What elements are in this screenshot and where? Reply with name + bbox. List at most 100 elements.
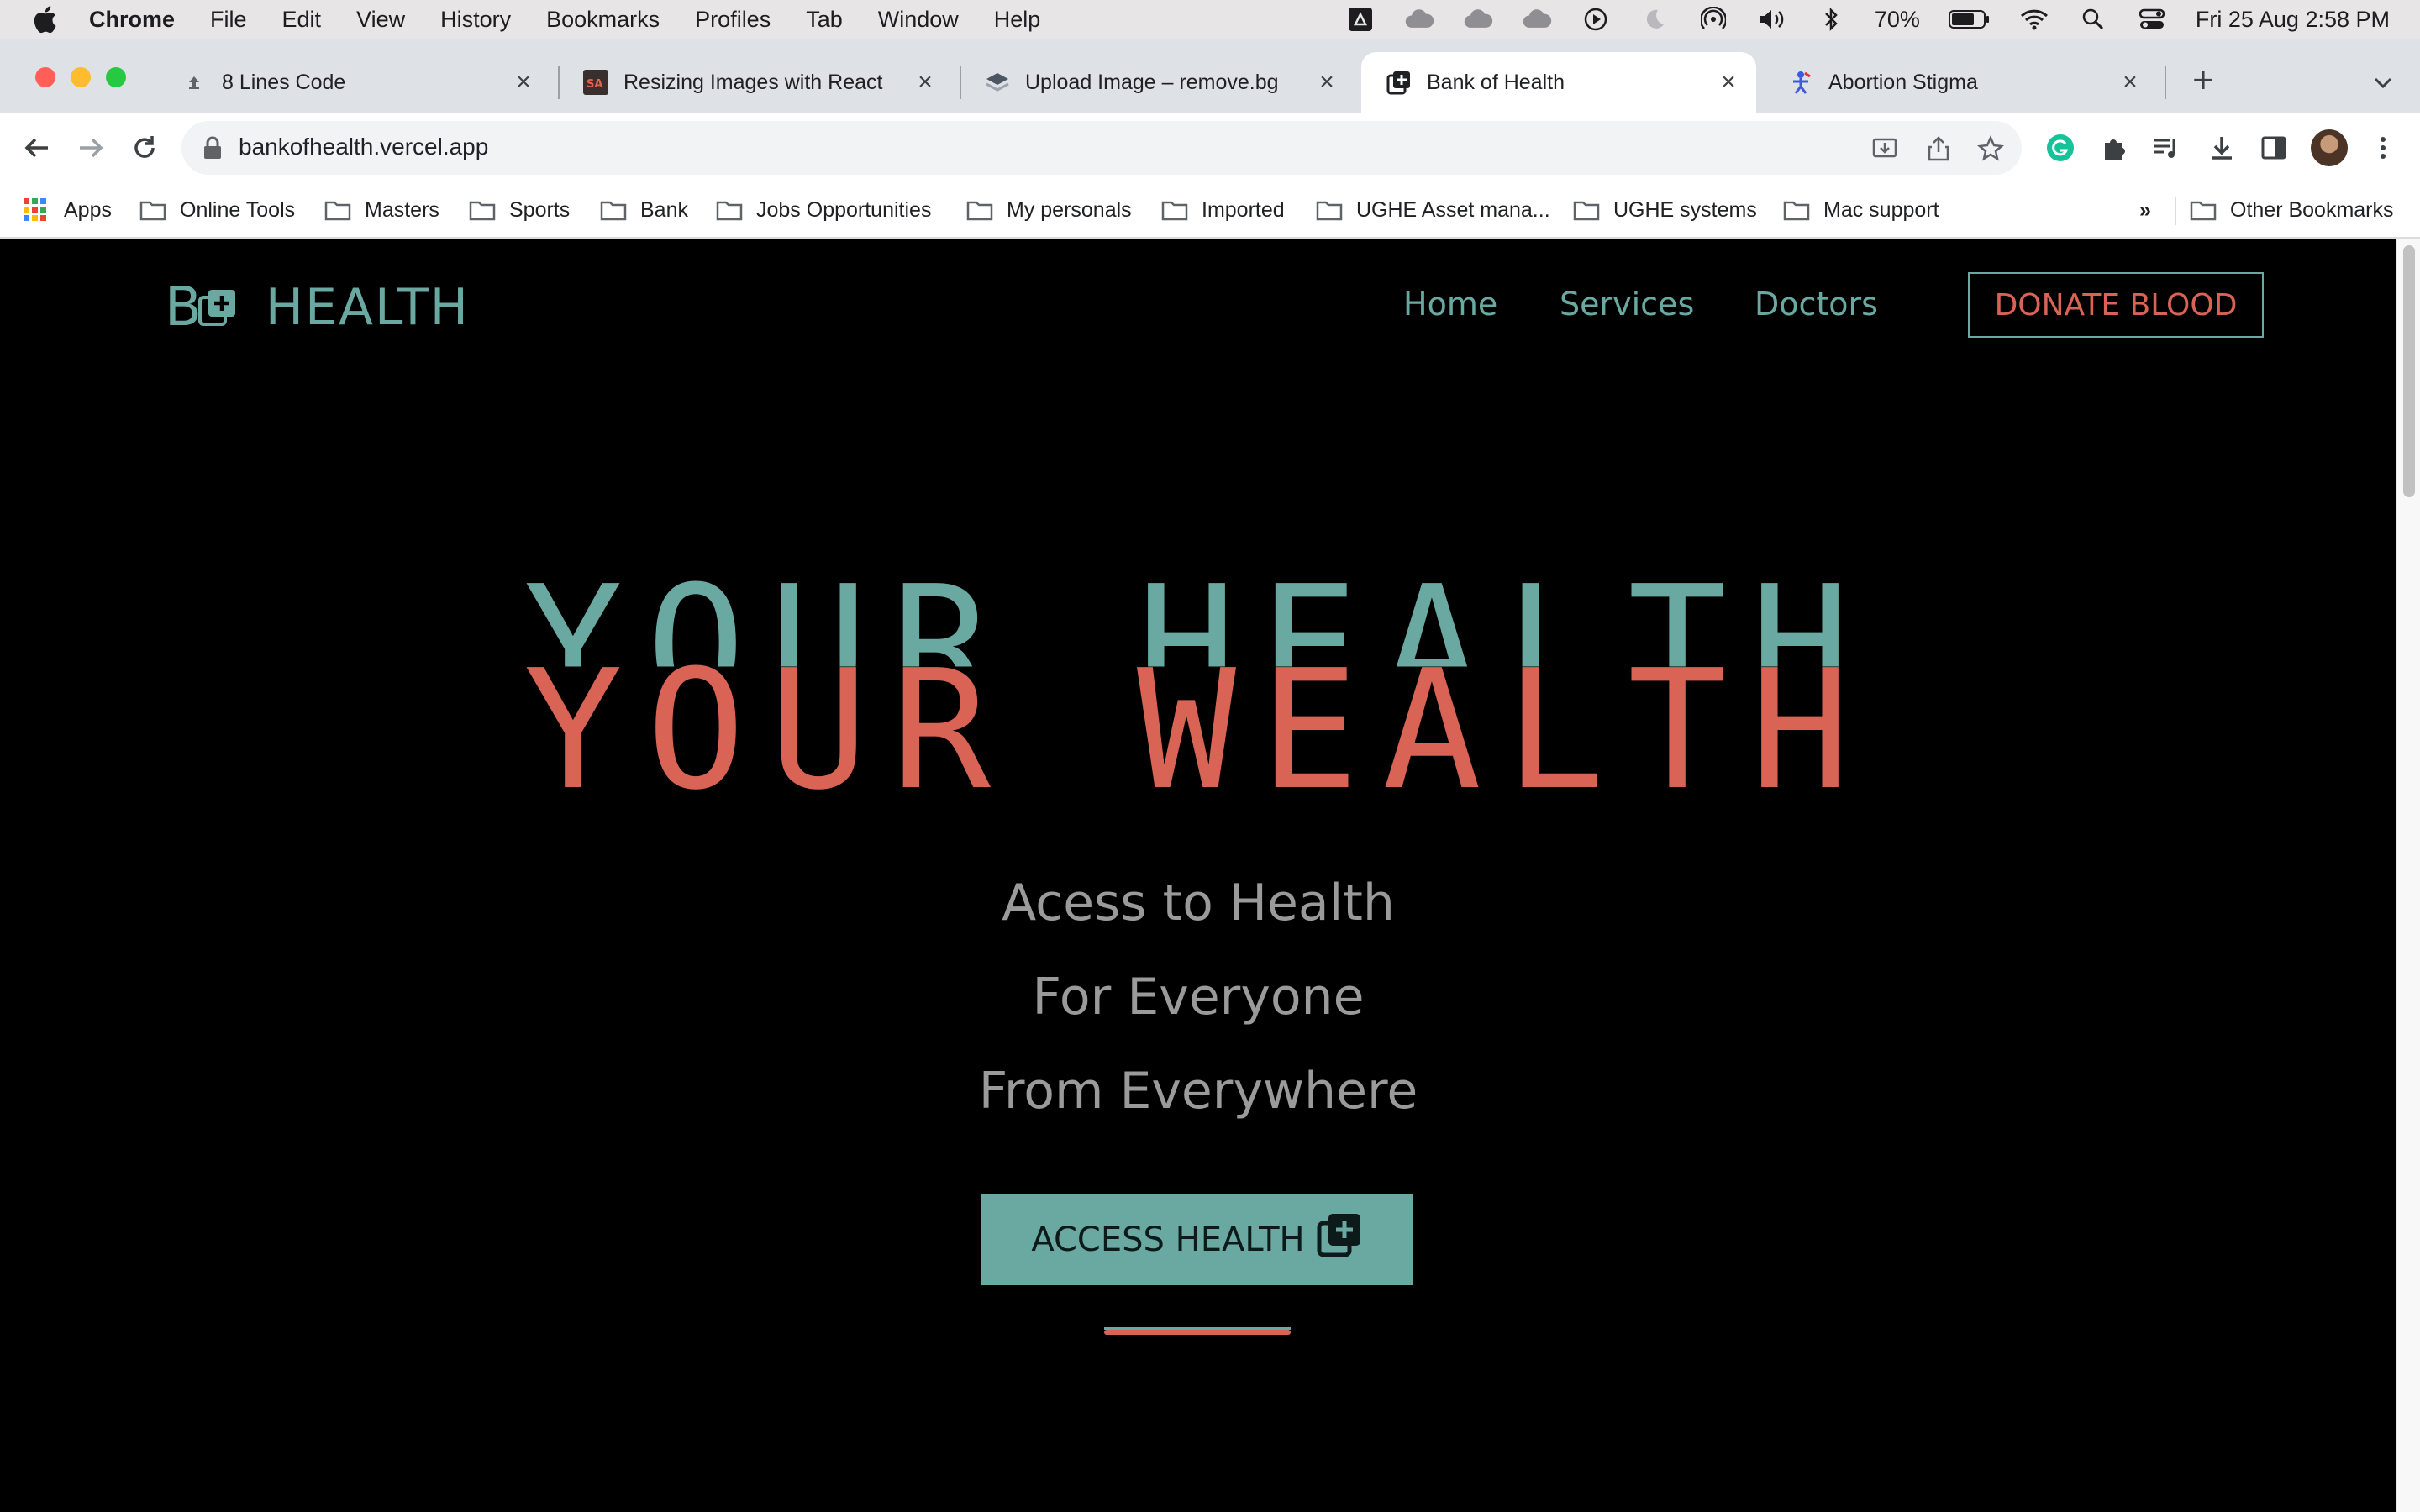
bookmark-folder-sports[interactable]: Sports <box>469 193 570 227</box>
extensions-puzzle-icon[interactable] <box>2097 131 2131 165</box>
bookmark-label: My personals <box>1007 197 1132 222</box>
folder-icon <box>139 199 166 221</box>
bluetooth-icon[interactable] <box>1816 7 1846 32</box>
bookmark-folder-imported[interactable]: Imported <box>1161 193 1285 227</box>
cloud-icon[interactable] <box>1522 7 1552 32</box>
minimize-window-button[interactable] <box>71 67 91 87</box>
menu-file[interactable]: File <box>210 7 247 33</box>
bookmark-folder-my-personals[interactable]: My personals <box>966 193 1132 227</box>
menu-edit[interactable]: Edit <box>282 7 322 33</box>
kebab-menu-icon[interactable] <box>2366 131 2400 165</box>
menu-window[interactable]: Window <box>878 7 959 33</box>
bookmark-folder-other[interactable]: Other Bookmarks <box>2190 193 2394 227</box>
hero-subtitle-line: Acess to Health <box>1002 874 1395 932</box>
tab-search-chevron-icon[interactable] <box>2370 69 2396 96</box>
menu-help[interactable]: Help <box>994 7 1041 33</box>
bookmark-folder-ughe-systems[interactable]: UGHE systems <box>1573 193 1757 227</box>
tab-abortion-stigma[interactable]: Abortion Stigma × <box>1763 52 2158 113</box>
download-icon[interactable] <box>2205 131 2238 165</box>
logo-letter: B <box>165 276 202 339</box>
nav-services[interactable]: Services <box>1560 286 1694 323</box>
site-logo[interactable]: B HEALTH <box>165 281 470 334</box>
back-arrow-icon[interactable] <box>20 131 54 165</box>
menu-history[interactable]: History <box>440 7 511 33</box>
cloud-icon[interactable] <box>1463 7 1493 32</box>
share-icon[interactable] <box>1924 134 1953 163</box>
bookmark-folder-mac-support[interactable]: Mac support <box>1783 193 1939 227</box>
folder-icon <box>1161 199 1188 221</box>
tab-close-icon[interactable]: × <box>1314 70 1339 95</box>
folder-icon <box>2190 199 2217 221</box>
bookmark-label: Jobs Opportunities <box>756 197 932 222</box>
bookmark-folder-masters[interactable]: Masters <box>324 193 439 227</box>
tab-bank-of-health[interactable]: Bank of Health × <box>1361 52 1756 113</box>
menubar-clock[interactable]: Fri 25 Aug 2:58 PM <box>2196 7 2390 33</box>
play-circle-icon[interactable] <box>1581 7 1611 32</box>
new-tab-button[interactable]: + <box>2185 62 2222 101</box>
install-app-icon[interactable] <box>1870 134 1899 163</box>
folder-icon <box>1573 199 1600 221</box>
scrollbar-thumb[interactable] <box>2403 245 2415 497</box>
bookmark-folder-bank[interactable]: Bank <box>600 193 688 227</box>
menu-tab[interactable]: Tab <box>806 7 843 33</box>
close-window-button[interactable] <box>35 67 55 87</box>
page-scrollbar[interactable] <box>2396 239 2420 1512</box>
sa-favicon: SA <box>583 70 608 95</box>
bookmark-label: UGHE Asset mana... <box>1356 197 1550 222</box>
medical-plus-icon <box>1317 1211 1364 1258</box>
spotlight-search-icon[interactable] <box>2078 7 2108 32</box>
profile-avatar[interactable] <box>2311 129 2348 166</box>
bookmarks-overflow-button[interactable]: » <box>2139 193 2151 227</box>
menu-bookmarks[interactable]: Bookmarks <box>546 7 660 33</box>
access-health-button[interactable]: ACCESS HEALTH <box>981 1194 1413 1285</box>
wifi-icon[interactable] <box>2019 7 2049 32</box>
lock-icon[interactable] <box>202 136 224 160</box>
logo-word: HEALTH <box>265 278 470 337</box>
access-health-label: ACCESS HEALTH <box>1031 1221 1305 1259</box>
control-center-icon[interactable] <box>2137 7 2167 32</box>
medical-plus-icon <box>197 288 237 327</box>
tab-8-lines-code[interactable]: 8 Lines Code × <box>156 52 551 113</box>
reload-icon[interactable] <box>128 131 161 165</box>
apps-grid-icon <box>24 198 50 221</box>
side-panel-icon[interactable] <box>2257 131 2291 165</box>
cloud-icon[interactable] <box>1404 7 1434 32</box>
menu-profiles[interactable]: Profiles <box>695 7 771 33</box>
volume-icon[interactable] <box>1757 7 1787 32</box>
tab-resizing-images[interactable]: SA Resizing Images with React × <box>558 52 953 113</box>
tab-close-icon[interactable]: × <box>2118 70 2143 95</box>
donate-blood-button[interactable]: DONATE BLOOD <box>1968 272 2264 338</box>
nav-doctors[interactable]: Doctors <box>1754 286 1878 323</box>
tab-close-icon[interactable]: × <box>1716 70 1741 95</box>
forward-arrow-icon[interactable] <box>74 131 108 165</box>
folder-icon <box>324 199 351 221</box>
cta-underline-decoration <box>1104 1327 1291 1336</box>
address-bar[interactable]: bankofhealth.vercel.app <box>182 121 2022 175</box>
svg-text:SA: SA <box>587 78 602 91</box>
folder-icon <box>966 199 993 221</box>
url-text[interactable]: bankofhealth.vercel.app <box>239 134 488 160</box>
moon-icon[interactable] <box>1639 7 1670 32</box>
zoom-window-button[interactable] <box>106 67 126 87</box>
nav-home[interactable]: Home <box>1403 286 1497 323</box>
folder-icon <box>1783 199 1810 221</box>
grammarly-icon[interactable] <box>2044 131 2077 165</box>
menu-view[interactable]: View <box>356 7 405 33</box>
bookmark-folder-jobs[interactable]: Jobs Opportunities <box>716 193 931 227</box>
bank-of-health-favicon <box>1386 70 1412 95</box>
bookmark-apps[interactable]: Apps <box>24 193 112 227</box>
bookmark-folder-online-tools[interactable]: Online Tools <box>139 193 295 227</box>
tab-close-icon[interactable]: × <box>913 70 938 95</box>
menu-app-name[interactable]: Chrome <box>89 7 175 33</box>
upload-icon <box>182 70 207 95</box>
bookmark-star-icon[interactable] <box>1976 134 2005 163</box>
battery-icon[interactable] <box>1948 7 1991 32</box>
bookmark-folder-ughe-asset[interactable]: UGHE Asset mana... <box>1316 193 1550 227</box>
airdrop-icon[interactable] <box>1698 7 1728 32</box>
hero-subtitle-line: For Everyone <box>1032 968 1365 1026</box>
tab-close-icon[interactable]: × <box>511 70 536 95</box>
tab-remove-bg[interactable]: Upload Image – remove.bg × <box>960 52 1355 113</box>
drive-icon[interactable] <box>1345 7 1376 32</box>
apple-menu-icon[interactable] <box>32 5 57 34</box>
media-queue-icon[interactable] <box>2149 131 2183 165</box>
